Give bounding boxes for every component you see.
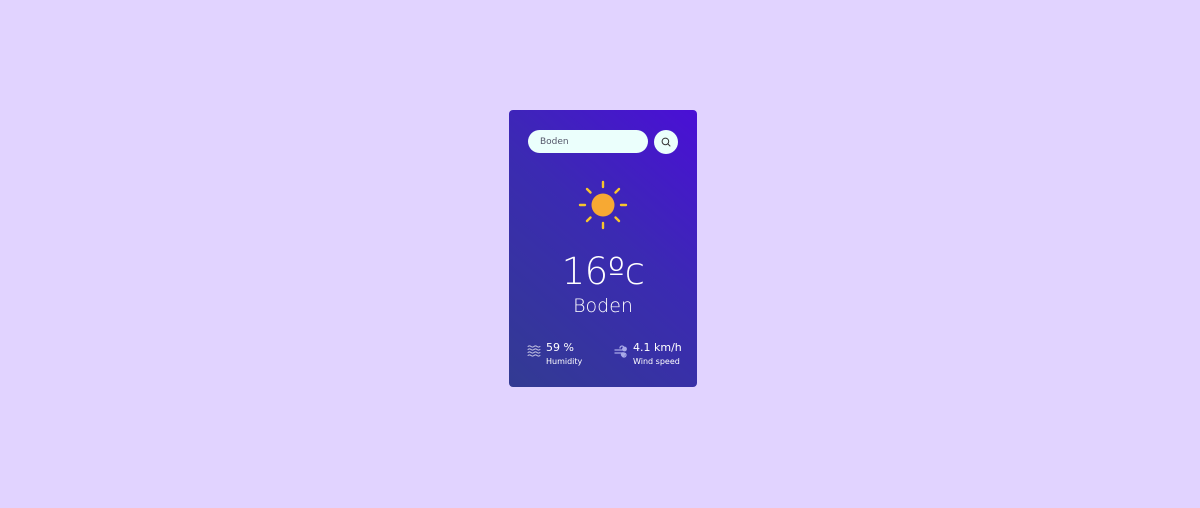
city-name: Boden xyxy=(573,295,633,317)
search-bar xyxy=(528,130,678,154)
wind-icon xyxy=(614,345,627,358)
search-button[interactable] xyxy=(654,130,678,154)
wind-speed-value: 4.1 km/h xyxy=(633,341,682,354)
temperature: 16ºc xyxy=(561,250,645,293)
humidity-label: Humidity xyxy=(546,357,583,366)
search-input[interactable] xyxy=(528,130,648,153)
humidity-detail: 59 % Humidity xyxy=(527,341,607,371)
humidity-waves-icon xyxy=(527,345,541,357)
search-icon xyxy=(661,137,671,147)
wind-speed-label: Wind speed xyxy=(633,357,680,366)
weather-card: 16ºc Boden 59 % Humidity xyxy=(509,110,697,387)
page-background: 16ºc Boden 59 % Humidity xyxy=(0,0,1200,508)
humidity-value: 59 % xyxy=(546,341,574,354)
wind-detail: 4.1 km/h Wind speed xyxy=(614,341,694,371)
sun-icon xyxy=(578,180,628,230)
